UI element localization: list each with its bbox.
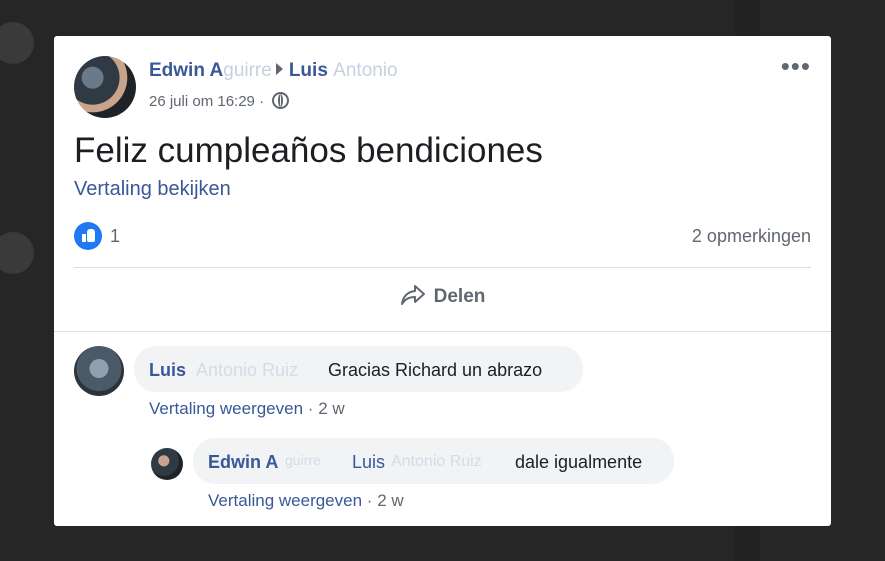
see-translation-link[interactable]: Vertaling weergeven <box>149 399 303 418</box>
post-header: Edwin Aguirre Luis Antonio 26 juli om 16:… <box>74 53 811 120</box>
like-icon[interactable] <box>74 222 102 250</box>
see-translation-link[interactable]: Vertaling bekijken <box>74 178 231 201</box>
share-label: Delen <box>433 286 486 307</box>
separator-dot: · <box>307 399 314 418</box>
mentioned-user[interactable]: Luis <box>352 452 385 473</box>
commenter-name[interactable]: Edwin A <box>208 452 278 473</box>
share-icon <box>400 285 425 305</box>
separator-dot: · <box>259 93 265 110</box>
comment-actions: Vertaling weergeven · 2 w <box>208 491 404 511</box>
separator-dot: · <box>366 491 373 510</box>
comment-bubble: Luis Antonio Ruiz Gracias Richard un abr… <box>134 346 583 392</box>
post-timestamp[interactable]: 26 juli om 16:29 <box>149 93 255 110</box>
divider <box>54 331 831 332</box>
share-button[interactable]: Delen <box>54 284 831 314</box>
comment-count-link[interactable]: 2 opmerkingen <box>692 226 811 247</box>
like-count[interactable]: 1 <box>110 226 120 247</box>
globe-icon[interactable] <box>272 92 290 109</box>
more-options-icon[interactable]: ••• <box>781 53 811 79</box>
recipient-name-obscured: Antonio <box>333 60 398 81</box>
commenter-avatar[interactable] <box>151 448 183 480</box>
post-text: Feliz cumpleaños bendiciones <box>74 131 543 170</box>
mentioned-user-obscured: Antonio Ruiz <box>391 453 482 470</box>
post-author-line: Edwin Aguirre Luis Antonio <box>149 60 398 82</box>
comment-text: dale igualmente <box>515 452 643 472</box>
comment-time[interactable]: 2 w <box>318 399 344 418</box>
post-meta: 26 juli om 16:29 · <box>149 92 290 110</box>
arrow-right-icon <box>275 63 283 75</box>
comment-text: Gracias Richard un abrazo <box>328 360 543 380</box>
author-name[interactable]: Edwin A <box>149 60 223 81</box>
author-avatar[interactable] <box>74 56 136 118</box>
comment-actions: Vertaling weergeven · 2 w <box>149 399 345 419</box>
reactions-bar: 1 2 opmerkingen <box>74 222 811 250</box>
commenter-name[interactable]: Luis <box>149 360 186 381</box>
commenter-name-obscured: guirre <box>285 452 321 468</box>
post-modal: Edwin Aguirre Luis Antonio 26 juli om 16:… <box>54 36 831 526</box>
comment-bubble: Edwin A guirre Luis Antonio Ruiz dale ig… <box>193 438 674 484</box>
comment-time[interactable]: 2 w <box>377 491 403 510</box>
recipient-name[interactable]: Luis <box>289 60 328 81</box>
author-name-obscured: guirre <box>223 60 272 81</box>
divider <box>74 267 811 268</box>
commenter-avatar[interactable] <box>74 346 124 396</box>
commenter-name-obscured: Antonio Ruiz <box>196 360 299 380</box>
see-translation-link[interactable]: Vertaling weergeven <box>208 491 362 510</box>
